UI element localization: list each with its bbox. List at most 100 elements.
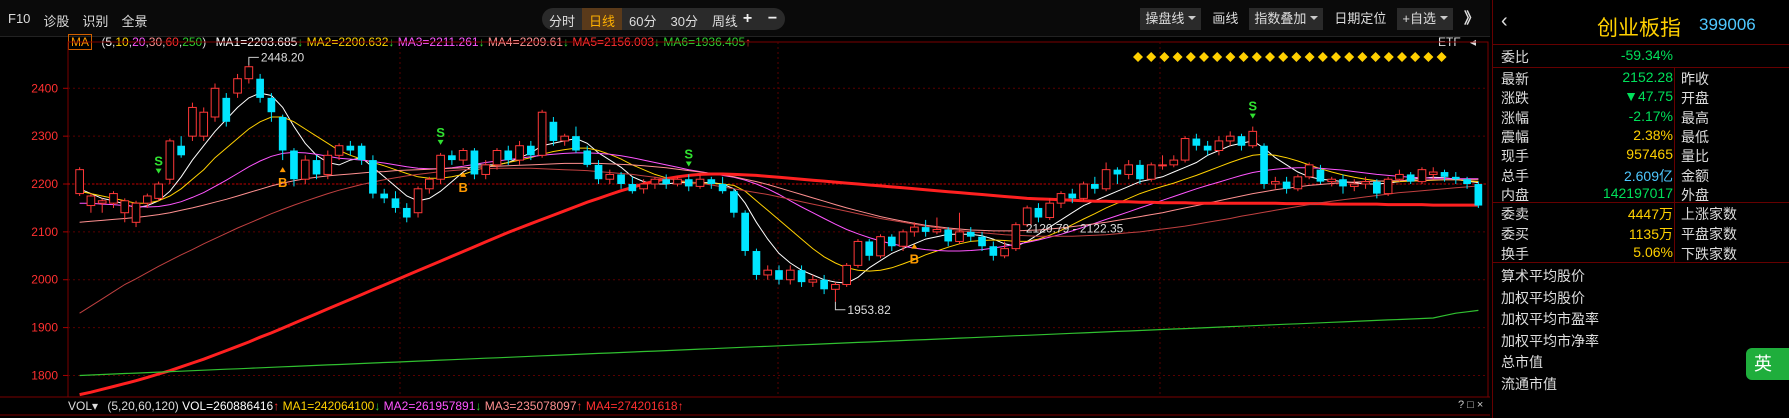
diamond-icon [1278, 52, 1289, 62]
quote-label: 总市值 [1501, 354, 1543, 371]
candle-body [290, 150, 298, 180]
candle-body [413, 188, 423, 214]
candle-body [978, 236, 986, 247]
quote-label: 算术平均股价 [1501, 268, 1585, 285]
period-60min[interactable]: 60分 [622, 8, 663, 30]
diamond-icon [1317, 52, 1328, 62]
candle-body [1056, 193, 1066, 204]
price-axis: 2400 2300 2200 2100 2000 1900 1800 [31, 81, 1488, 382]
candle-body [1339, 179, 1347, 187]
back-icon[interactable]: ‹ [1501, 10, 1508, 33]
draw-line-button[interactable]: 画线 [1207, 8, 1243, 30]
quote-row: 委买 1135万 平盘家数 [1493, 222, 1789, 244]
quote-label: 加权平均股价 [1501, 289, 1585, 306]
diagnose-button[interactable]: 诊股 [43, 11, 69, 30]
ime-indicator[interactable]: 英 [1746, 348, 1789, 380]
quote-value: 5.06% [1633, 244, 1673, 261]
sell-arrow-icon [1249, 113, 1256, 119]
add-watchlist-dropdown[interactable]: +自选 [1397, 8, 1453, 30]
candle-body [1169, 159, 1179, 166]
volume-window-controls[interactable]: ? □ × [1458, 399, 1483, 411]
zoom-controls: + − [735, 8, 785, 30]
candle-body [1113, 169, 1122, 175]
quote-panel: ‹ 创业板指 399006 委比 -59.34% 最新 2152.28 昨收 涨跌 ▼47.… [1492, 0, 1789, 418]
collapse-icon[interactable]: 》 [1459, 8, 1484, 30]
quote-list-item: 总市值 [1493, 350, 1789, 372]
candle-body [865, 241, 874, 256]
candle-body [932, 228, 942, 233]
etf-label[interactable]: ETF [1438, 35, 1461, 49]
candle-body [785, 269, 795, 281]
candle-body [278, 117, 287, 151]
candle-body [966, 231, 975, 237]
candle-body [1146, 164, 1156, 180]
candle-body [605, 173, 615, 180]
price-tick-label: 2100 [31, 225, 58, 239]
toolbar: F10 诊股 识别 全景 分时 日线 60分 30分 周线 + − 操盘线 画线… [0, 0, 1490, 37]
candle-body [684, 179, 693, 187]
diamond-icon [1238, 52, 1249, 62]
candle-body [458, 150, 468, 161]
etf-arrow-icon[interactable]: ◂ [1470, 35, 1476, 49]
kline-chart[interactable]: 2400 2300 2200 2100 2000 1900 1800 S B S B S B S 244… [0, 0, 1490, 418]
high-leader [248, 56, 259, 66]
date-locate-button[interactable]: 日期定位 [1329, 8, 1391, 30]
index-code: 399006 [1699, 15, 1756, 34]
candle-body [1079, 183, 1088, 199]
ma1-value: MA1=2203.685 [215, 35, 298, 49]
candle-body [1248, 130, 1258, 147]
candle-body [842, 264, 852, 286]
candle-body [1034, 207, 1043, 218]
candle-body [210, 87, 220, 118]
ma-indicator-dropdown[interactable]: MA [68, 34, 92, 50]
low-leader [834, 301, 846, 311]
candle-body [1361, 181, 1370, 185]
candle-body [86, 195, 96, 207]
candle-body [165, 140, 175, 180]
period-intraday[interactable]: 分时 [542, 8, 582, 30]
candle-body [177, 145, 185, 156]
candle-body [662, 179, 671, 185]
candle-body [1440, 172, 1449, 177]
panorama-button[interactable]: 全景 [121, 11, 147, 30]
candle-body [921, 227, 930, 232]
candle-body [97, 200, 107, 204]
quote-list-item: 加权平均市净率 [1493, 329, 1789, 351]
candle-body [323, 154, 333, 175]
candle-body [1214, 140, 1224, 152]
volume-legend: VOL▾ (5,20,60,120) VOL=260886416↑ MA1=24… [68, 399, 684, 413]
candle-body [650, 178, 660, 185]
vol-indicator-dropdown[interactable]: VOL [68, 399, 92, 413]
candle-body [312, 160, 321, 175]
candle-body [639, 183, 648, 190]
f10-button[interactable]: F10 [8, 11, 30, 30]
quote-value: 2152.28 [1622, 69, 1673, 85]
candle-body [1192, 138, 1201, 146]
chart-grid [0, 41, 1490, 416]
period-daily[interactable]: 日线 [582, 8, 623, 30]
candle-body [1474, 184, 1483, 206]
buy-signal: B [910, 252, 919, 267]
period-30min[interactable]: 30分 [664, 8, 705, 30]
diamond-icon [1146, 52, 1157, 62]
index-overlay-dropdown[interactable]: 指数叠加 [1249, 8, 1324, 30]
candle-body [808, 279, 818, 283]
trade-line-dropdown[interactable]: 操盘线 [1140, 8, 1202, 30]
high-label: 2448.20 [261, 50, 305, 64]
period-selector: 分时 日线 60分 30分 周线 [542, 8, 757, 30]
price-tick-label: 2300 [31, 129, 58, 143]
candle-body [910, 226, 919, 233]
candle-body [267, 97, 276, 113]
candle-body [1327, 178, 1337, 183]
candle-body [1203, 145, 1212, 151]
candle-body [1451, 176, 1460, 180]
zoom-out-button[interactable]: − [768, 10, 777, 28]
candle-body [537, 111, 547, 156]
quote-label-right: 平盘家数 [1681, 226, 1737, 243]
ma-legend: MA (5,10,20,30,60,250) MA1=2203.685↓ MA2… [68, 34, 751, 50]
candle-body [199, 111, 209, 137]
identify-button[interactable]: 识别 [82, 11, 108, 30]
candle-body [1101, 169, 1111, 190]
candle-body [233, 78, 242, 94]
zoom-in-button[interactable]: + [743, 10, 752, 28]
